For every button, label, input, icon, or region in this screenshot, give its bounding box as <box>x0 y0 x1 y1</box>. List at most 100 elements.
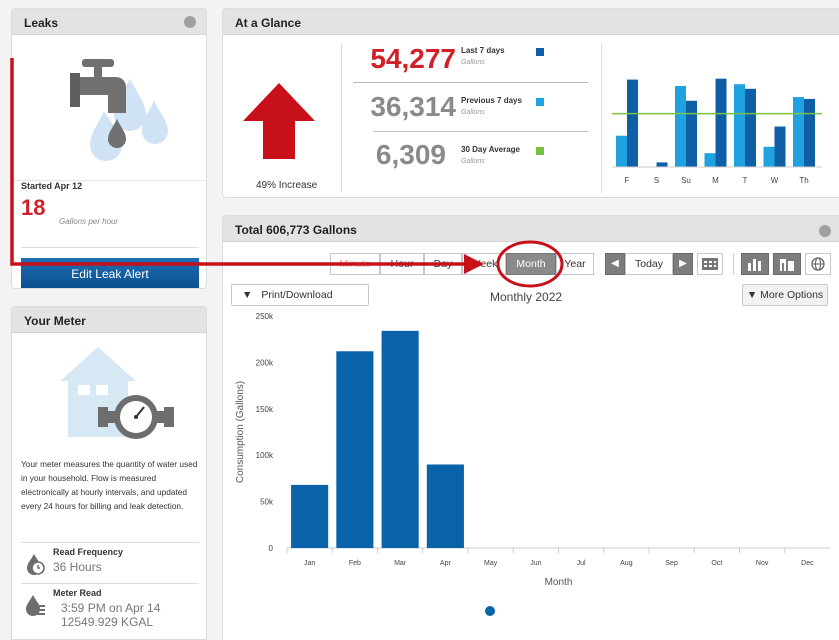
meter-read-time: 3:59 PM on Apr 14 <box>61 601 161 615</box>
mini-bar-last7 <box>627 79 638 167</box>
y-tick-label: 50k <box>260 498 274 507</box>
avg30-swatch <box>536 147 544 155</box>
segment-minute[interactable]: Minute <box>330 253 380 275</box>
leaks-panel-header: Leaks <box>12 9 206 35</box>
monthly-consumption-chart: 0 50k 100k 150k 200k 250k Consumption (Gallons… <box>235 312 830 588</box>
leak-started-text: Started Apr 12 <box>21 181 83 191</box>
bar-feb <box>336 351 374 548</box>
meter-read-label: Meter Read <box>53 588 102 598</box>
mini-day-label: Su <box>681 176 691 185</box>
info-icon[interactable] <box>184 16 196 28</box>
chart-title: Monthly 2022 <box>490 290 563 304</box>
info-icon[interactable] <box>819 225 831 237</box>
increase-arrow-icon <box>243 83 315 159</box>
mini-day-label: S <box>654 176 659 185</box>
y-tick-label: 200k <box>256 358 274 367</box>
mini-bar-previous <box>734 84 745 167</box>
faucet-icon <box>70 59 168 161</box>
divider <box>601 43 602 193</box>
bar-apr <box>426 464 464 548</box>
divider <box>21 583 199 584</box>
bar-mar <box>381 330 419 548</box>
mini-day-label: W <box>771 176 779 185</box>
mini-bar-last7 <box>715 78 727 167</box>
increase-text: 49% Increase <box>256 180 318 191</box>
x-tick-label: Oct <box>711 560 722 567</box>
dropdown-arrow-icon: ▼ <box>242 289 253 301</box>
mini-bar-previous <box>704 153 716 167</box>
total-panel-header: Total 606,773 Gallons <box>223 216 839 242</box>
segment-week[interactable]: Week <box>462 253 506 275</box>
compare-chart-icon <box>780 259 794 271</box>
x-tick-label: May <box>484 560 498 567</box>
last7-unit: Gallons <box>461 59 485 66</box>
x-tick-label: Dec <box>801 560 814 567</box>
calendar-button[interactable] <box>697 253 723 275</box>
mini-day-label: Th <box>799 176 808 185</box>
divider <box>21 247 199 248</box>
leaks-panel: Leaks Started Apr 12 18 Gallons per hour… <box>11 8 207 289</box>
meter-panel-header: Your Meter <box>12 307 206 333</box>
x-tick-label: Mar <box>394 560 407 567</box>
mini-day-label: F <box>625 176 630 185</box>
segment-year[interactable]: Year <box>556 253 594 275</box>
leak-rate-unit: Gallons per hour <box>59 217 119 226</box>
y-tick-label: 150k <box>256 405 274 414</box>
mini-bar-last7 <box>686 100 697 167</box>
divider <box>733 253 734 275</box>
x-tick-label: Sep <box>665 560 678 567</box>
glance-panel-header: At a Glance <box>223 9 839 35</box>
segment-month[interactable]: Month <box>506 253 556 275</box>
divider <box>353 82 588 83</box>
previous-button[interactable]: ◀ <box>605 253 625 275</box>
mini-day-label: M <box>712 176 719 185</box>
bar-chart-icon <box>748 259 761 271</box>
next-button[interactable]: ▶ <box>673 253 693 275</box>
segment-day[interactable]: Day <box>424 253 462 275</box>
segment-hour[interactable]: Hour <box>380 253 424 275</box>
globe-view-button[interactable] <box>805 253 831 275</box>
calendar-icon <box>702 258 718 270</box>
leak-rate-value: 18 <box>21 195 46 220</box>
meter-description: Your meter measures the quantity of wate… <box>21 459 198 511</box>
pagination-dot[interactable] <box>485 606 495 616</box>
mini-bar-last7 <box>804 98 815 167</box>
x-tick-label: Jul <box>577 560 586 567</box>
y-tick-label: 250k <box>256 312 274 321</box>
leaks-panel-title: Leaks <box>24 16 59 30</box>
x-tick-label: Jan <box>304 560 315 567</box>
last7-value: 54,277 <box>370 43 456 74</box>
more-options-button[interactable]: ▼ More Options <box>742 284 828 306</box>
mini-bar-last7 <box>656 162 668 167</box>
prev7-value: 36,314 <box>370 91 456 122</box>
at-a-glance-panel: At a Glance 49% Increase 54,277 Last 7 d… <box>222 8 839 198</box>
prev7-swatch <box>536 98 544 106</box>
last7-label: Last 7 days <box>461 46 505 55</box>
y-tick-label: 100k <box>256 451 274 460</box>
y-tick-label: 0 <box>269 544 274 553</box>
x-axis-label: Month <box>545 577 573 588</box>
y-axis-label: Consumption (Gallons) <box>235 381 246 483</box>
today-button[interactable]: Today <box>625 253 673 275</box>
edit-leak-alert-button[interactable]: Edit Leak Alert <box>21 258 199 288</box>
total-usage-panel: Total 606,773 Gallons Minute Hour Day We… <box>222 215 839 640</box>
prev7-label: Previous 7 days <box>461 96 522 105</box>
compare-chart-view-button[interactable] <box>773 253 801 275</box>
last7-swatch <box>536 48 544 56</box>
mini-bar-last7 <box>774 126 786 167</box>
prev7-unit: Gallons <box>461 109 485 116</box>
print-download-button[interactable]: ▼ Print/Download <box>231 284 369 306</box>
avg30-unit: Gallons <box>461 158 485 165</box>
avg30-value: 6,309 <box>375 139 446 170</box>
print-download-label: Print/Download <box>261 289 333 301</box>
chevron-right-icon: ▶ <box>679 258 687 269</box>
mini-bar-last7 <box>745 88 756 167</box>
mini-day-label: T <box>743 176 748 185</box>
read-frequency-value: 36 Hours <box>53 560 102 574</box>
meter-panel-title: Your Meter <box>24 314 86 328</box>
meter-panel: Your Meter Your meter measures the quant… <box>11 306 207 640</box>
weekly-mini-chart: F S Su M T W Th <box>612 78 822 185</box>
bar-chart-view-button[interactable] <box>741 253 769 275</box>
chevron-left-icon: ◀ <box>611 258 619 269</box>
x-tick-label: Feb <box>349 560 361 567</box>
